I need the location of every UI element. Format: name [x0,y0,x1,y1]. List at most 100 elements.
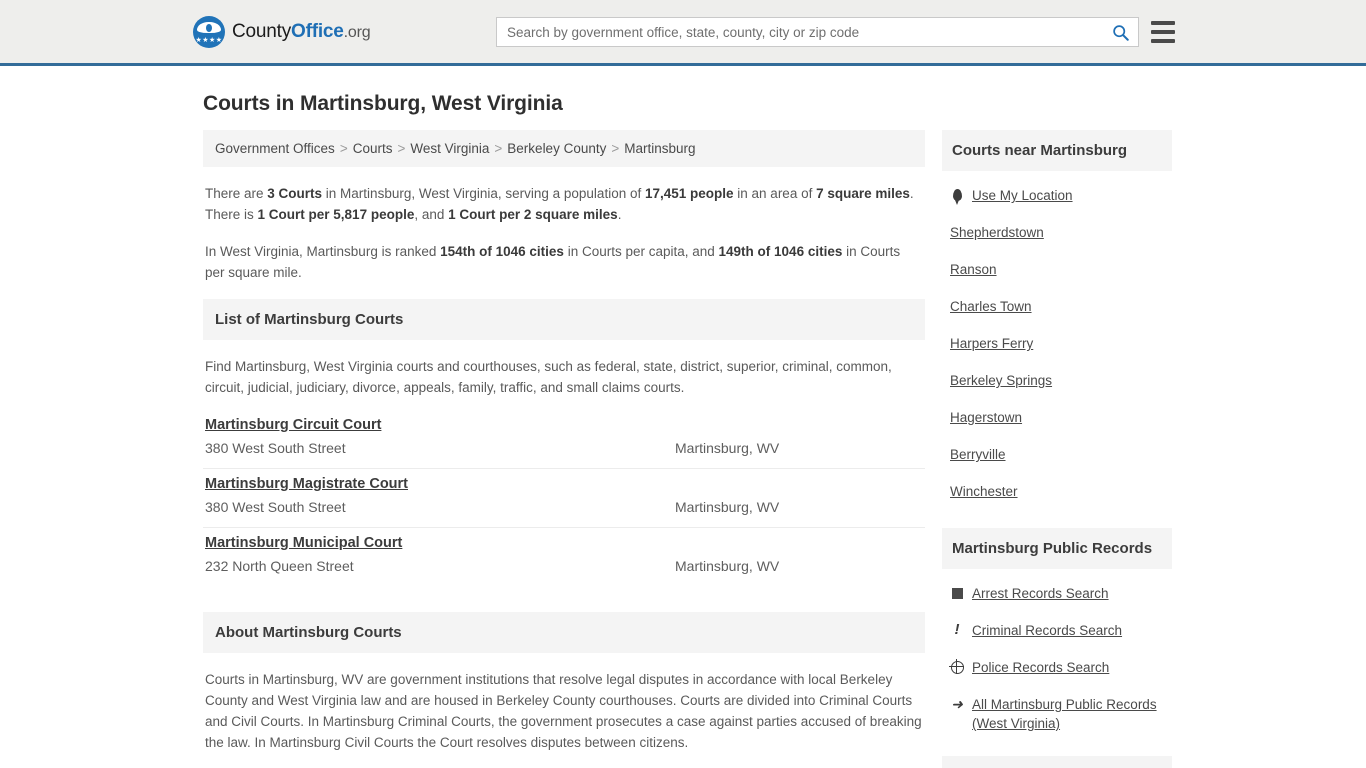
court-city-state: Martinsburg, WV [675,558,780,574]
breadcrumb-separator: > [611,141,620,156]
use-my-location-label[interactable]: Use My Location [972,186,1073,205]
exclamation-icon: ! [954,621,960,638]
nearby-courts-list: Use My Location Shepherdstown Ranson Cha… [942,171,1172,510]
stats-paragraph-rankings: In West Virginia, Martinsburg is ranked … [205,241,923,283]
arrow-right-icon: ➜ [951,696,963,712]
sidebar-item-all-public-records[interactable]: ➜ All Martinsburg Public Records (West V… [944,686,1170,742]
stat-population: 17,451 people [644,186,734,201]
table-row[interactable]: Martinsburg Circuit Court 380 West South… [203,410,925,469]
public-records-label[interactable]: Criminal Records Search [972,621,1122,640]
brand-wordmark: CountyOffice.org [232,20,371,43]
page-body: Courts in Martinsburg, West Virginia Gov… [0,92,1366,768]
site-header: ★★★★ CountyOffice.org [0,0,1366,66]
nearby-city-label[interactable]: Berkeley Springs [950,371,1052,390]
nearby-courts-panel: Courts near Martinsburg Use My Location … [942,130,1172,510]
map-pin-icon [950,186,964,205]
logo-stars: ★★★★ [195,36,223,44]
sidebar-item-charles-town[interactable]: Charles Town [944,288,1170,325]
nearby-city-label[interactable]: Ranson [950,260,997,279]
public-records-heading: Martinsburg Public Records [942,528,1172,569]
sidebar: Courts near Martinsburg Use My Location … [942,130,1172,768]
list-section-description: Find Martinsburg, West Virginia courts a… [205,359,892,395]
stats-text: There are [205,186,268,201]
stat-per-capita: 1 Court per 5,817 people [257,207,415,222]
stats-text: , and [414,207,449,222]
sidebar-item-arrest-records[interactable]: Arrest Records Search [944,575,1170,612]
public-records-panel: Martinsburg Public Records Arrest Record… [942,528,1172,742]
table-row[interactable]: Martinsburg Magistrate Court 380 West So… [203,469,925,528]
stats-text: in an area of [733,186,817,201]
sidebar-item-winchester[interactable]: Winchester [944,473,1170,510]
court-list: Martinsburg Circuit Court 380 West South… [203,410,925,586]
search-bar[interactable] [496,17,1139,47]
nearby-city-label[interactable]: Harpers Ferry [950,334,1033,353]
breadcrumb-item-berkeley-county[interactable]: Berkeley County [507,141,606,156]
sidebar-item-berryville[interactable]: Berryville [944,436,1170,473]
court-address-line: 380 West South Street Martinsburg, WV [205,499,923,515]
table-row[interactable]: Martinsburg Municipal Court 232 North Qu… [203,528,925,586]
breadcrumb-item-government-offices[interactable]: Government Offices [215,141,335,156]
court-name-link[interactable]: Martinsburg Municipal Court [205,535,402,551]
search-button[interactable] [1102,18,1138,46]
stats-text: in Martinsburg, West Virginia, serving a… [322,186,645,201]
sidebar-item-harpers-ferry[interactable]: Harpers Ferry [944,325,1170,362]
nearby-city-label[interactable]: Charles Town [950,297,1032,316]
page-title: Courts in Martinsburg, West Virginia [203,92,563,115]
rank-per-square-mile: 149th of 1046 cities [718,244,843,259]
sidebar-item-ranson[interactable]: Ranson [944,251,1170,288]
breadcrumb: Government Offices > Courts > West Virginia >… [203,130,925,167]
stats-paragraph-counts: There are 3 Courts in Martinsburg, West … [205,183,923,225]
search-input[interactable] [497,18,1102,46]
sidebar-item-police-records[interactable]: Police Records Search [944,649,1170,686]
nearby-city-label[interactable]: Hagerstown [950,408,1022,427]
nearby-city-label[interactable]: Shepherdstown [950,223,1044,242]
building-square-icon [950,584,964,602]
breadcrumb-separator: > [397,141,406,156]
breadcrumb-separator: > [339,141,348,156]
breadcrumb-item-martinsburg[interactable]: Martinsburg [624,141,695,156]
stats-text: In West Virginia, Martinsburg is ranked [205,244,441,259]
target-crosshair-icon [948,658,964,676]
other-offices-panel: Other Martinsburg Offices [942,756,1172,768]
stats-text: in Courts per capita, and [563,244,719,259]
sidebar-item-criminal-records[interactable]: ! Criminal Records Search [944,612,1170,649]
court-address-line: 380 West South Street Martinsburg, WV [205,440,923,456]
nearby-city-label[interactable]: Winchester [950,482,1018,501]
public-records-label[interactable]: All Martinsburg Public Records (West Vir… [972,695,1164,733]
hamburger-menu-icon[interactable] [1151,19,1175,45]
court-street: 380 West South Street [205,499,346,515]
public-records-list: Arrest Records Search ! Criminal Records… [942,569,1172,742]
about-section-heading: About Martinsburg Courts [203,612,925,653]
court-street: 380 West South Street [205,440,346,456]
breadcrumb-separator: > [494,141,503,156]
breadcrumb-item-west-virginia[interactable]: West Virginia [410,141,489,156]
nearby-city-label[interactable]: Berryville [950,445,1006,464]
brand-prefix: County [232,20,292,42]
court-city-state: Martinsburg, WV [675,440,780,456]
stats-text: . [617,207,622,222]
brand-bold: Office [291,20,344,42]
court-street: 232 North Queen Street [205,558,354,574]
stat-per-square-mile: 1 Court per 2 square miles [448,207,618,222]
search-icon [1112,24,1129,41]
court-name-link[interactable]: Martinsburg Magistrate Court [205,476,408,492]
other-offices-heading: Other Martinsburg Offices [942,756,1172,768]
list-section-heading: List of Martinsburg Courts [203,299,925,340]
sidebar-item-berkeley-springs[interactable]: Berkeley Springs [944,362,1170,399]
content-columns: Government Offices > Courts > West Virginia >… [0,130,1366,768]
stat-area: 7 square miles [816,186,910,201]
site-logo[interactable]: ★★★★ CountyOffice.org [193,15,371,48]
public-records-label[interactable]: Arrest Records Search [972,584,1109,603]
countyoffice-emblem-icon: ★★★★ [193,15,225,48]
court-name-link[interactable]: Martinsburg Circuit Court [205,417,381,433]
stat-court-count: 3 Courts [267,186,323,201]
sidebar-item-use-my-location[interactable]: Use My Location [944,177,1170,214]
breadcrumb-item-courts[interactable]: Courts [353,141,393,156]
public-records-label[interactable]: Police Records Search [972,658,1109,677]
sidebar-item-shepherdstown[interactable]: Shepherdstown [944,214,1170,251]
court-city-state: Martinsburg, WV [675,499,780,515]
sidebar-item-hagerstown[interactable]: Hagerstown [944,399,1170,436]
main-column: Government Offices > Courts > West Virginia >… [203,130,925,768]
about-section-body: Courts in Martinsburg, WV are government… [205,672,922,750]
court-address-line: 232 North Queen Street Martinsburg, WV [205,558,923,574]
